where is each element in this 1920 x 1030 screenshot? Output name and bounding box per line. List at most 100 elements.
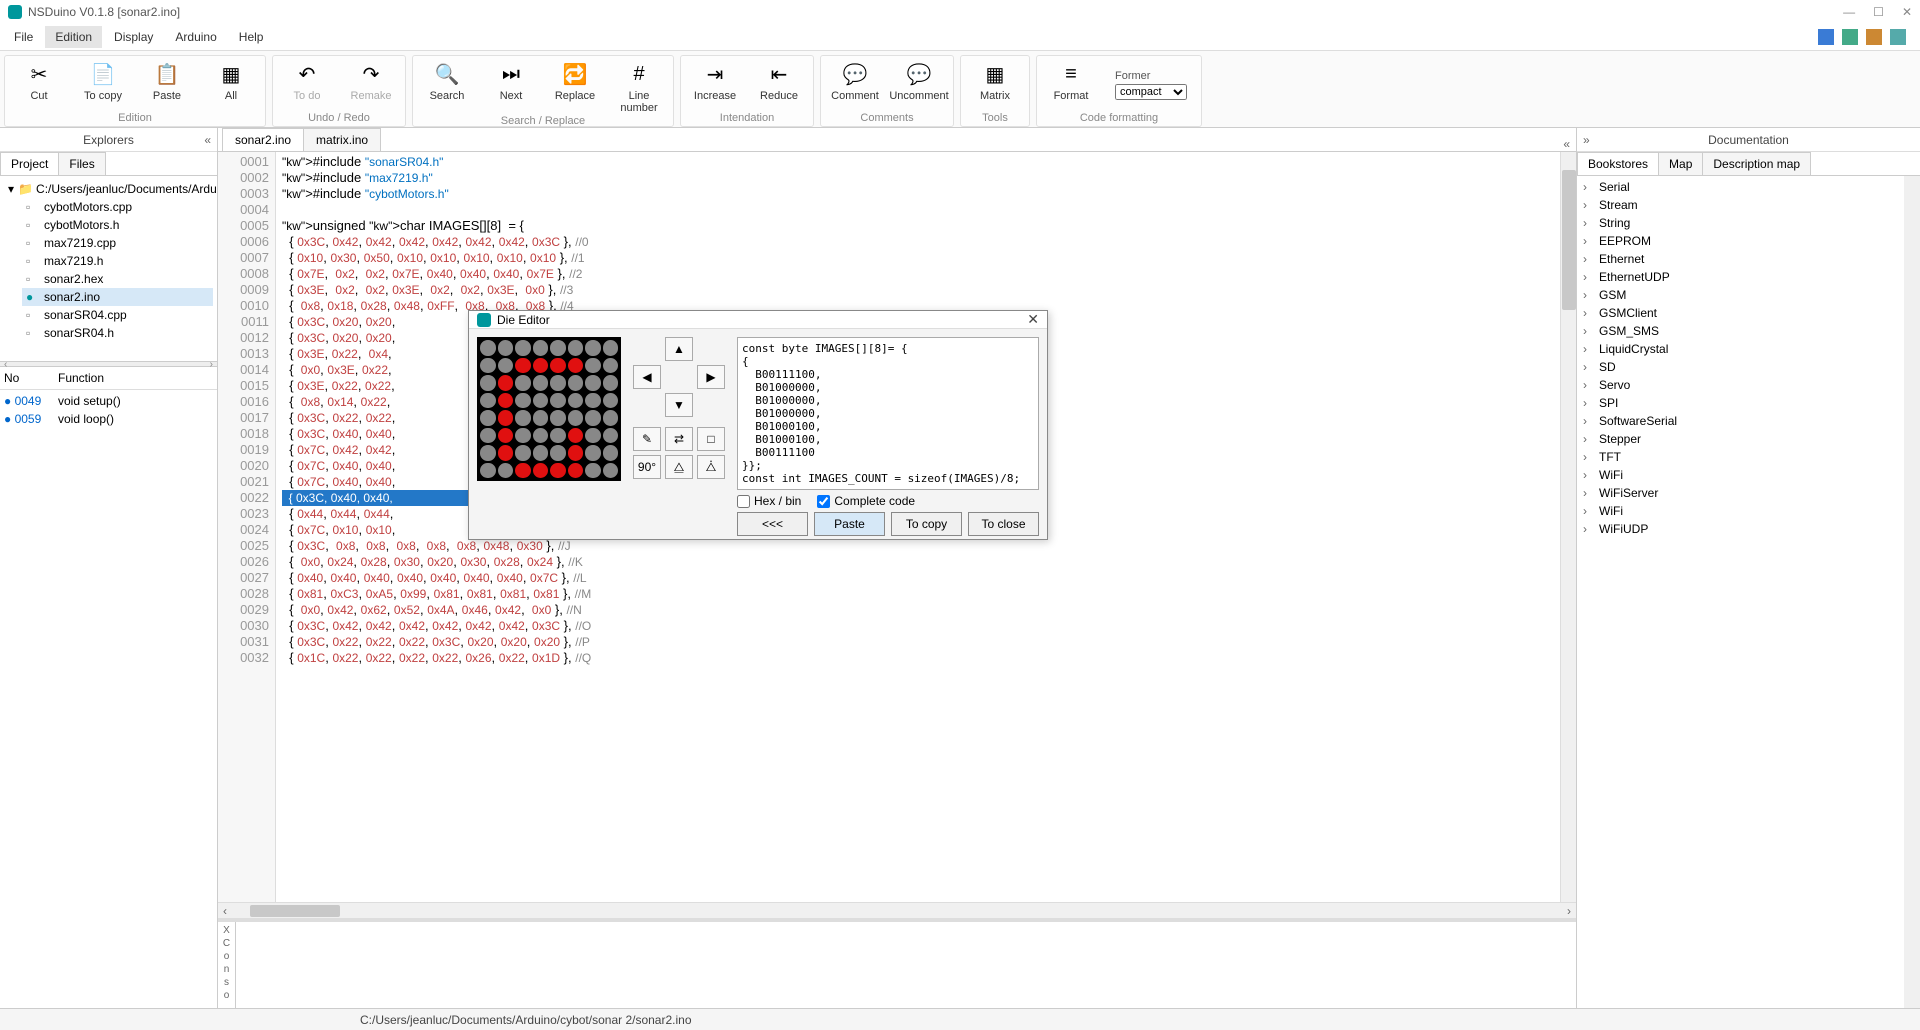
editor-tab-matrix.ino[interactable]: matrix.ino	[303, 128, 381, 151]
matrix-dot[interactable]	[533, 393, 549, 409]
matrix-dot[interactable]	[603, 410, 619, 426]
matrix-dot[interactable]	[515, 463, 531, 479]
docs-tab-bookstores[interactable]: Bookstores	[1577, 152, 1659, 175]
matrix-dot[interactable]	[498, 375, 514, 391]
upload-icon[interactable]	[1866, 29, 1882, 45]
paste-button[interactable]: 📋Paste	[139, 58, 195, 111]
shift-down-button[interactable]: ▼	[665, 393, 693, 417]
lib-Ethernet[interactable]: Ethernet	[1581, 250, 1900, 268]
matrix-dot[interactable]	[515, 445, 531, 461]
matrix-dot[interactable]	[585, 340, 601, 356]
maximize-button[interactable]: ☐	[1873, 5, 1884, 19]
matrix-dot[interactable]	[603, 428, 619, 444]
search-button[interactable]: 🔍Search	[419, 58, 475, 114]
matrix-dot[interactable]	[603, 393, 619, 409]
matrix-dot[interactable]	[585, 410, 601, 426]
format-button[interactable]: ≡Format	[1043, 58, 1099, 111]
matrix-dot[interactable]	[585, 445, 601, 461]
lib-SD[interactable]: SD	[1581, 358, 1900, 376]
menu-help[interactable]: Help	[229, 26, 274, 48]
matrix-dot[interactable]	[515, 428, 531, 444]
dialog-code[interactable]: const byte IMAGES[][8]= { { B00111100, B…	[737, 337, 1039, 490]
docs-tab-description-map[interactable]: Description map	[1702, 152, 1811, 175]
matrix-dot[interactable]	[498, 358, 514, 374]
lib-Servo[interactable]: Servo	[1581, 376, 1900, 394]
file-sonar2.hex[interactable]: ▫sonar2.hex	[22, 270, 213, 288]
function-0059[interactable]: ● 0059void loop()	[4, 410, 213, 428]
tree-root[interactable]: C:/Users/jeanluc/Documents/Arduir	[36, 182, 217, 196]
matrix-dot[interactable]	[568, 358, 584, 374]
matrix-dot[interactable]	[533, 358, 549, 374]
minimize-button[interactable]: —	[1843, 5, 1855, 19]
erase-button[interactable]: ✎	[633, 427, 661, 451]
matrix-dot[interactable]	[515, 375, 531, 391]
file-cybotMotors.cpp[interactable]: ▫cybotMotors.cpp	[22, 198, 213, 216]
matrix-dot[interactable]	[603, 463, 619, 479]
matrix-dot[interactable]	[480, 358, 496, 374]
collapse-left-icon[interactable]: «	[204, 133, 211, 147]
lib-SoftwareSerial[interactable]: SoftwareSerial	[1581, 412, 1900, 430]
matrix-dot[interactable]	[480, 428, 496, 444]
lib-EthernetUDP[interactable]: EthernetUDP	[1581, 268, 1900, 286]
matrix-dot[interactable]	[568, 393, 584, 409]
matrix-dot[interactable]	[550, 340, 566, 356]
matrix-dot[interactable]	[533, 445, 549, 461]
reduce-button[interactable]: ⇤Reduce	[751, 58, 807, 111]
dialog-close-icon[interactable]: ✕	[1027, 311, 1039, 328]
matrix-dot[interactable]	[515, 393, 531, 409]
file-max7219.cpp[interactable]: ▫max7219.cpp	[22, 234, 213, 252]
matrix-dot[interactable]	[550, 410, 566, 426]
uncomment-button[interactable]: 💬Uncomment	[891, 58, 947, 111]
to-copy-button[interactable]: 📄To copy	[75, 58, 131, 111]
matrix-dot[interactable]	[603, 445, 619, 461]
file-sonarSR04.h[interactable]: ▫sonarSR04.h	[22, 324, 213, 342]
monitor-icon[interactable]	[1890, 29, 1906, 45]
matrix-dot[interactable]	[515, 410, 531, 426]
matrix-dot[interactable]	[585, 463, 601, 479]
matrix-dot[interactable]	[568, 375, 584, 391]
cut-button[interactable]: ✂Cut	[11, 58, 67, 111]
invert-button[interactable]: ⇄	[665, 427, 693, 451]
replace-button[interactable]: 🔁Replace	[547, 58, 603, 114]
next-button[interactable]: ⏭Next	[483, 58, 539, 114]
matrix-dot[interactable]	[550, 428, 566, 444]
to-do-button[interactable]: ↶To do	[279, 58, 335, 111]
matrix-dot[interactable]	[603, 358, 619, 374]
explorer-tab-files[interactable]: Files	[58, 152, 105, 175]
file-cybotMotors.h[interactable]: ▫cybotMotors.h	[22, 216, 213, 234]
former-select[interactable]: compact	[1115, 84, 1187, 100]
matrix-dot[interactable]	[550, 463, 566, 479]
matrix-dot[interactable]	[498, 340, 514, 356]
matrix-dot[interactable]	[568, 340, 584, 356]
lib-Stream[interactable]: Stream	[1581, 196, 1900, 214]
hexbin-checkbox[interactable]: Hex / bin	[737, 494, 801, 508]
menu-arduino[interactable]: Arduino	[165, 26, 226, 48]
matrix-dot[interactable]	[515, 340, 531, 356]
lib-WiFiServer[interactable]: WiFiServer	[1581, 484, 1900, 502]
matrix-dot[interactable]	[585, 358, 601, 374]
close-button[interactable]: ✕	[1902, 5, 1912, 19]
collapse-center-icon[interactable]: «	[1563, 137, 1570, 151]
clear-button[interactable]: □	[697, 427, 725, 451]
flip-v-button[interactable]: ⧊	[697, 455, 725, 479]
menu-display[interactable]: Display	[104, 26, 163, 48]
matrix-dot[interactable]	[585, 393, 601, 409]
rotate-button[interactable]: 90°	[633, 455, 661, 479]
menu-file[interactable]: File	[4, 26, 43, 48]
matrix-dot[interactable]	[498, 410, 514, 426]
copy-button[interactable]: To copy	[891, 512, 962, 536]
remake-button[interactable]: ↷Remake	[343, 58, 399, 111]
verify-icon[interactable]	[1842, 29, 1858, 45]
file-max7219.h[interactable]: ▫max7219.h	[22, 252, 213, 270]
paste-button[interactable]: Paste	[814, 512, 885, 536]
increase-button[interactable]: ⇥Increase	[687, 58, 743, 111]
vertical-scrollbar[interactable]	[1560, 152, 1576, 902]
matrix-dot[interactable]	[550, 393, 566, 409]
matrix-dot[interactable]	[480, 463, 496, 479]
matrix-dot[interactable]	[533, 428, 549, 444]
matrix-dot[interactable]	[533, 463, 549, 479]
docs-tab-map[interactable]: Map	[1658, 152, 1703, 175]
shift-left-button[interactable]: ◀	[633, 365, 661, 389]
lib-Stepper[interactable]: Stepper	[1581, 430, 1900, 448]
flip-h-button[interactable]: ⧋	[665, 455, 693, 479]
